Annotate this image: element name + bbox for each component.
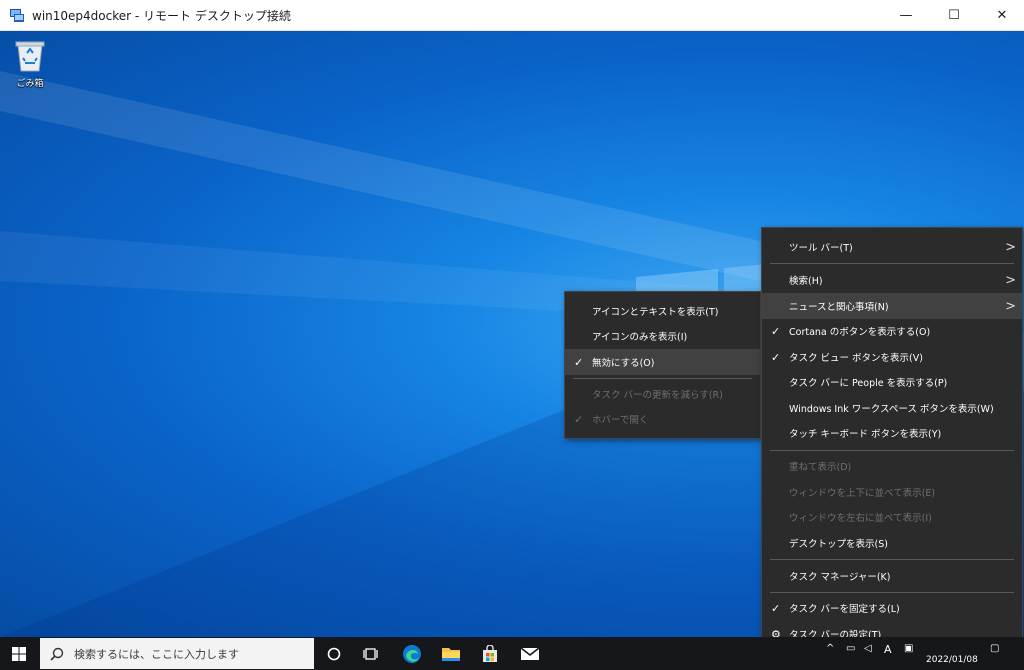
chevron-right-icon: >: [1005, 272, 1016, 288]
checkmark-icon: ✓: [574, 412, 584, 426]
recycle-bin-shortcut[interactable]: ごみ箱: [8, 37, 52, 89]
checkmark-icon: ✓: [574, 355, 584, 369]
menu-item-show-windows-ink[interactable]: Windows Ink ワークスペース ボタンを表示(W): [762, 395, 1022, 421]
recycle-bin-icon: [15, 41, 45, 72]
edge-icon: [403, 644, 421, 663]
recycle-bin-label: ごみ箱: [16, 79, 44, 89]
store-button[interactable]: [470, 637, 510, 670]
task-view-button[interactable]: [351, 637, 391, 670]
chevron-up-icon[interactable]: ^: [826, 643, 834, 654]
cortana-icon: [327, 647, 341, 660]
edge-taskbar-button[interactable]: [392, 637, 432, 670]
menu-item-label: ウィンドウを上下に並べて表示(E): [789, 488, 936, 499]
checkmark-icon: ✓: [771, 324, 781, 338]
window-title: win10ep4docker - リモート デスクトップ接続: [32, 8, 291, 23]
menu-item-label: アイコンとテキストを表示(T): [592, 307, 719, 318]
menu-item-side-by-side-windows: ウィンドウを左右に並べて表示(I): [762, 504, 1022, 530]
menu-item-show-people[interactable]: タスク バーに People を表示する(P): [762, 369, 1022, 395]
menu-item-label: タスク バーを固定する(L): [789, 604, 900, 615]
remote-desktop-icon: [9, 7, 25, 23]
menu-item-show-task-view[interactable]: ✓ タスク ビュー ボタンを表示(V): [762, 344, 1022, 370]
cortana-button[interactable]: [314, 637, 354, 670]
menu-item-stack-windows: ウィンドウを上下に並べて表示(E): [762, 479, 1022, 505]
menu-separator: [770, 263, 1014, 264]
search-placeholder: 検索するには、ここに入力します: [74, 647, 239, 661]
network-icon[interactable]: ▭: [846, 643, 855, 654]
menu-item-news-and-interests[interactable]: ニュースと関心事項(N) >: [762, 293, 1022, 319]
folder-icon: [442, 647, 460, 661]
menu-separator: [770, 559, 1014, 560]
menu-item-toolbars[interactable]: ツール バー(T) >: [762, 234, 1022, 260]
clock-date[interactable]: 2022/01/08: [926, 655, 978, 665]
menu-item-show-icon-and-text[interactable]: アイコンとテキストを表示(T): [565, 298, 760, 324]
menu-item-label: ツール バー(T): [789, 243, 853, 254]
menu-item-label: タスク ビュー ボタンを表示(V): [789, 353, 923, 364]
menu-item-label: デスクトップを表示(S): [789, 539, 888, 550]
windows-logo-icon: [12, 646, 26, 661]
file-explorer-button[interactable]: [431, 637, 471, 670]
menu-item-search[interactable]: 検索(H) >: [762, 267, 1022, 293]
menu-item-label: 重ねて表示(D): [789, 462, 852, 473]
menu-item-label: 無効にする(O): [592, 358, 655, 369]
menu-item-cascade-windows: 重ねて表示(D): [762, 453, 1022, 479]
ime-indicator[interactable]: A: [884, 643, 892, 656]
menu-item-disable[interactable]: ✓ 無効にする(O): [565, 349, 760, 375]
start-button[interactable]: [0, 637, 38, 670]
speaker-icon[interactable]: ◁: [864, 643, 872, 654]
task-view-icon: [363, 647, 378, 660]
menu-separator: [770, 592, 1014, 593]
menu-item-reduce-taskbar-updates: タスク バーの更新を減らす(R): [565, 381, 760, 407]
store-bag-icon: [483, 644, 497, 662]
menu-item-label: タスク マネージャー(K): [789, 572, 891, 583]
menu-item-label: アイコンのみを表示(I): [592, 332, 688, 343]
menu-item-show-desktop[interactable]: デスクトップを表示(S): [762, 530, 1022, 556]
keyboard-icon[interactable]: ▣: [904, 643, 913, 654]
menu-item-label: ホバーで開く: [592, 415, 649, 426]
menu-item-label: ウィンドウを左右に並べて表示(I): [789, 513, 932, 524]
menu-item-label: Windows Ink ワークスペース ボタンを表示(W): [789, 404, 994, 415]
mail-icon: [520, 646, 540, 660]
window-title-bar[interactable]: win10ep4docker - リモート デスクトップ接続 — ☐ ✕: [0, 0, 1024, 31]
news-interests-submenu: アイコンとテキストを表示(T) アイコンのみを表示(I) ✓ 無効にする(O) …: [564, 291, 761, 439]
menu-item-label: タスク バーの更新を減らす(R): [592, 390, 723, 401]
menu-separator: [770, 450, 1014, 451]
taskbar-search-box[interactable]: 検索するには、ここに入力します: [40, 638, 314, 669]
minimize-button[interactable]: —: [882, 0, 930, 31]
menu-item-show-icon-only[interactable]: アイコンのみを表示(I): [565, 323, 760, 349]
chevron-right-icon: >: [1005, 239, 1016, 255]
maximize-button[interactable]: ☐: [930, 0, 978, 31]
menu-item-show-touch-keyboard[interactable]: タッチ キーボード ボタンを表示(Y): [762, 420, 1022, 446]
checkmark-icon: ✓: [771, 350, 781, 364]
menu-separator: [573, 378, 752, 379]
notification-icon[interactable]: ▢: [990, 643, 999, 654]
menu-item-label: ニュースと関心事項(N): [789, 302, 889, 313]
close-button[interactable]: ✕: [978, 0, 1024, 31]
menu-item-lock-taskbar[interactable]: ✓ タスク バーを固定する(L): [762, 595, 1022, 621]
menu-item-label: タスク バーに People を表示する(P): [789, 378, 948, 389]
menu-item-label: Cortana のボタンを表示する(O): [789, 327, 931, 338]
taskbar-context-menu: ツール バー(T) > 検索(H) > ニュースと関心事項(N) > ✓ Cor…: [761, 227, 1023, 652]
mail-button[interactable]: [510, 637, 550, 670]
menu-item-task-manager[interactable]: タスク マネージャー(K): [762, 563, 1022, 589]
checkmark-icon: ✓: [771, 601, 781, 615]
menu-item-open-on-hover: ✓ ホバーで開く: [565, 406, 760, 432]
taskbar[interactable]: 検索するには、ここに入力します ^ ▭ ◁ A ▣ 2022/01/08 ▢: [0, 637, 1024, 670]
menu-item-label: 検索(H): [789, 276, 823, 287]
menu-item-show-cortana[interactable]: ✓ Cortana のボタンを表示する(O): [762, 318, 1022, 344]
chevron-right-icon: >: [1005, 298, 1016, 314]
menu-item-label: タッチ キーボード ボタンを表示(Y): [789, 429, 942, 440]
search-icon: [50, 647, 64, 661]
